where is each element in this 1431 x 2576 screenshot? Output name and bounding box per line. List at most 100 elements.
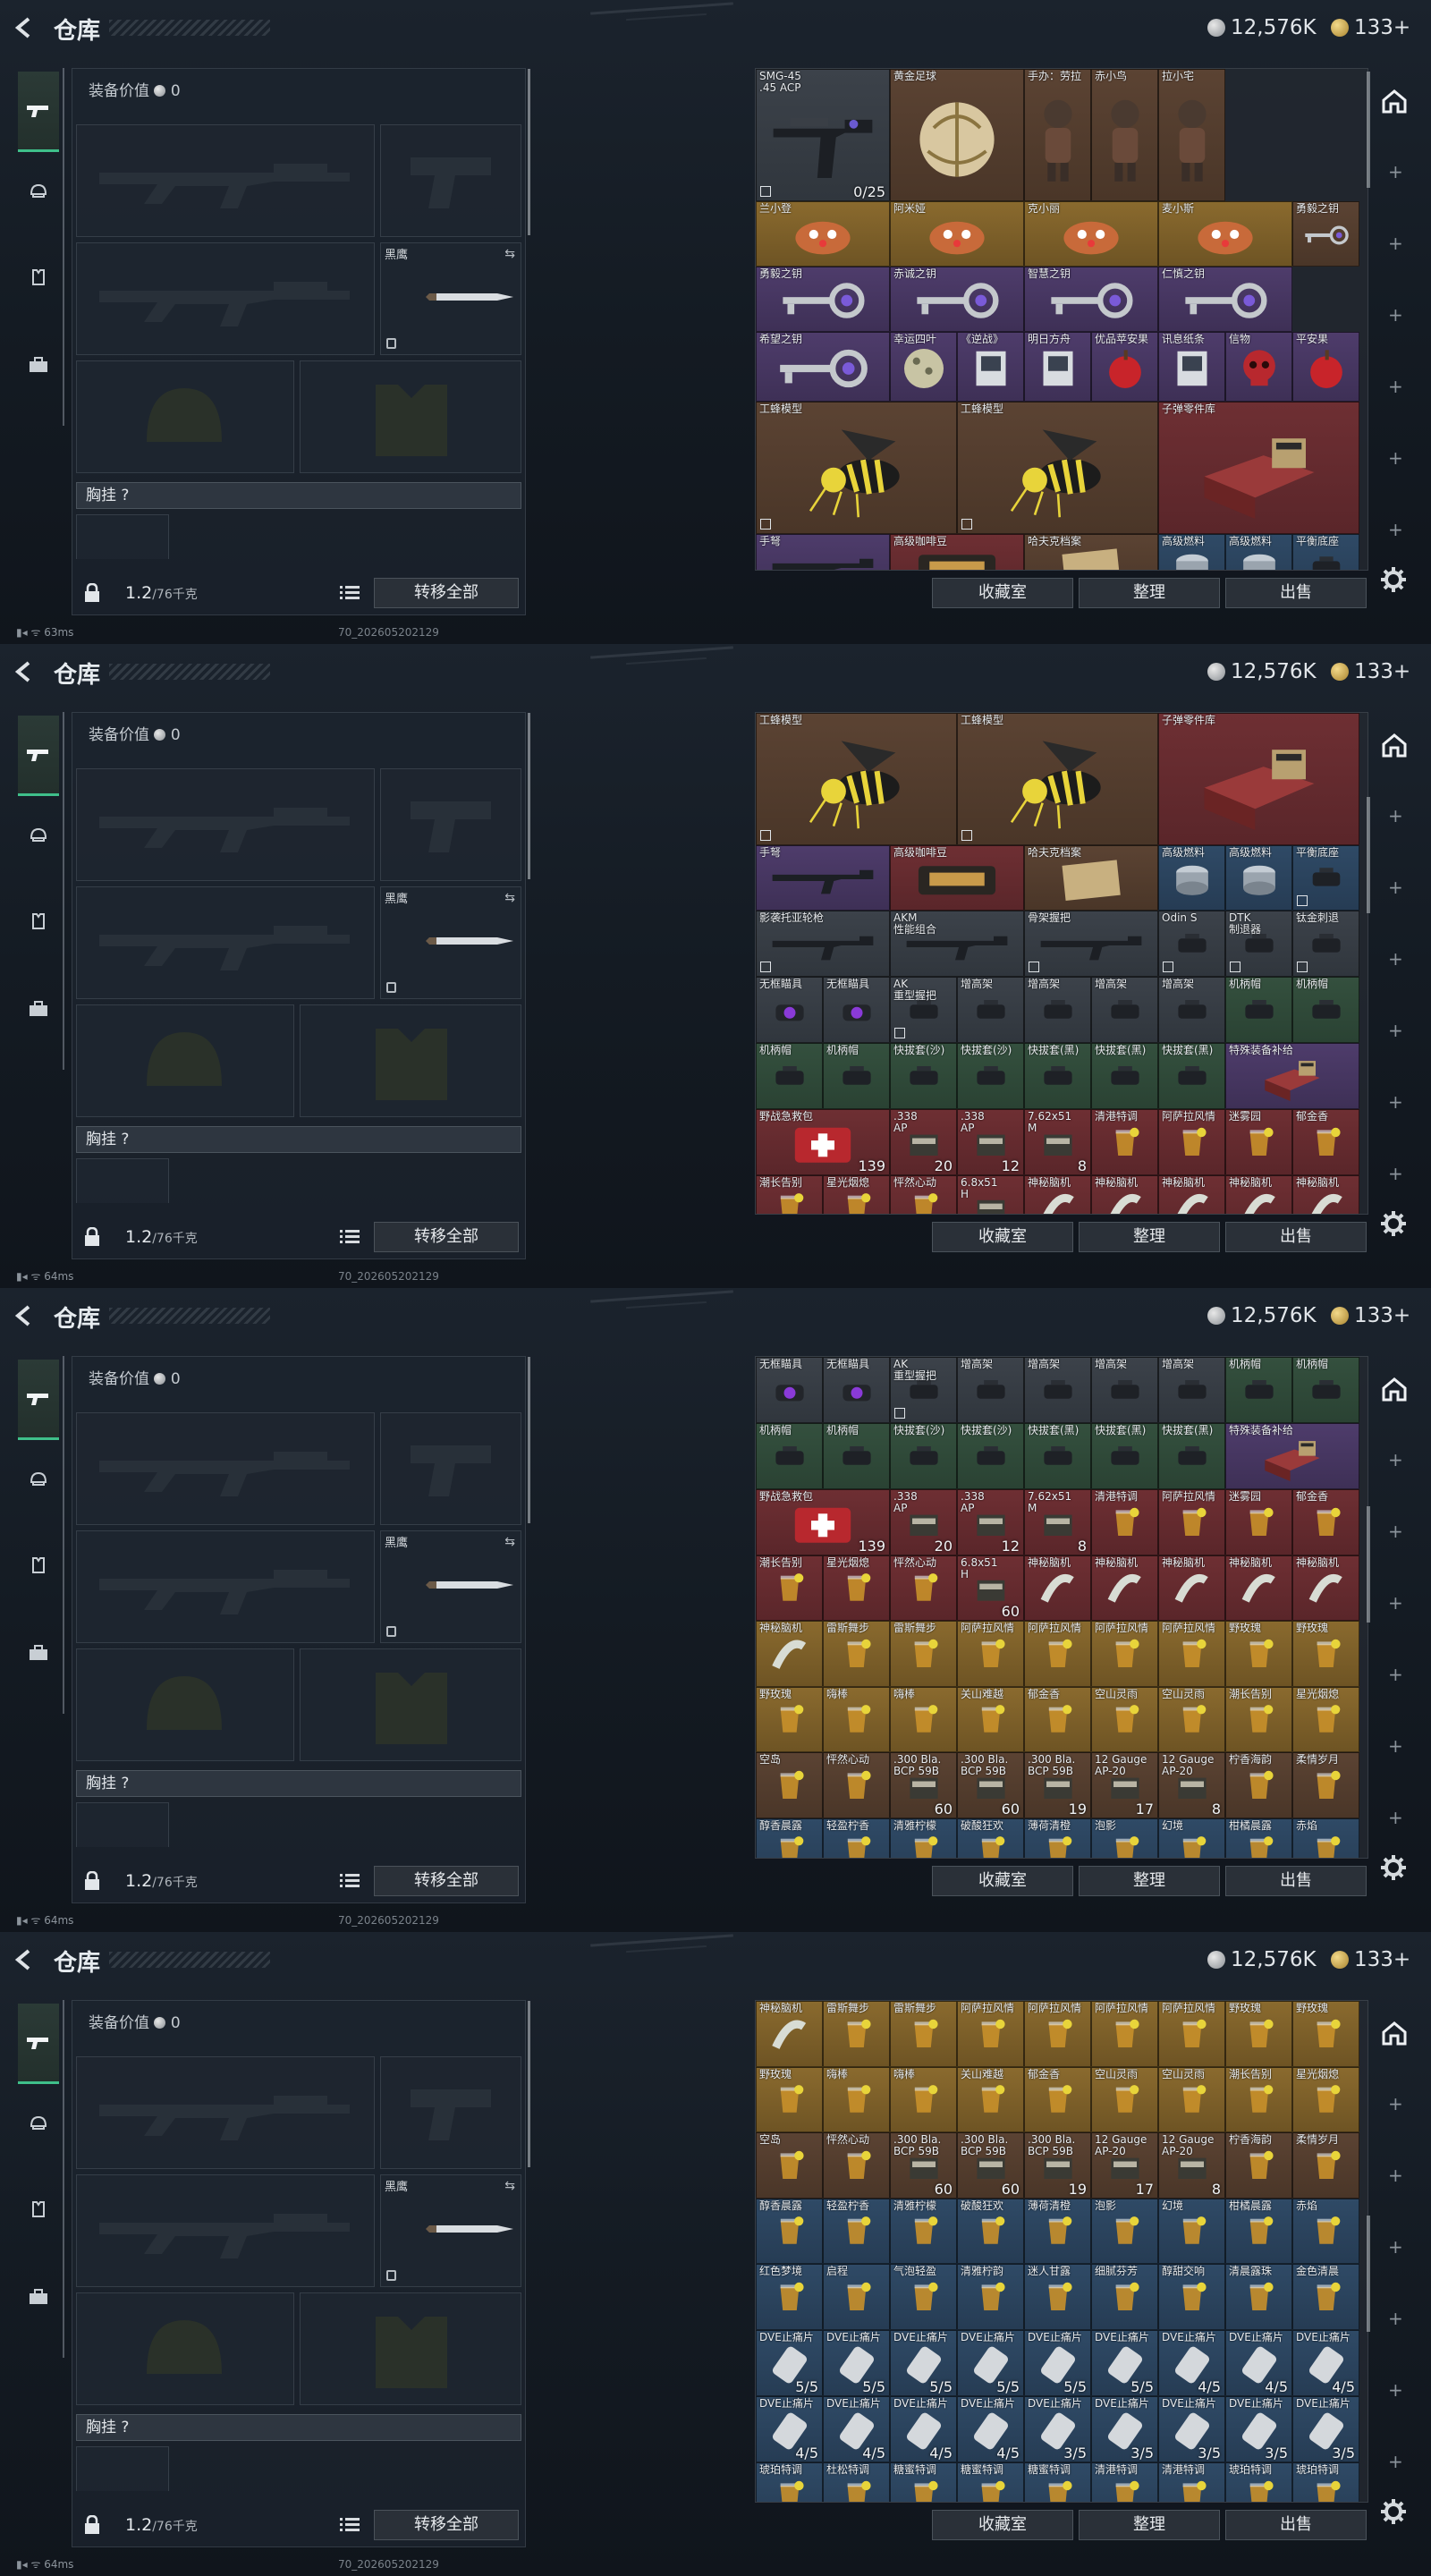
tab-armor[interactable] xyxy=(18,1546,59,1585)
add-stash-tab-icon[interactable]: + xyxy=(1388,519,1403,540)
stash-item[interactable]: 阿萨拉风情 xyxy=(1158,2001,1225,2067)
back-arrow-icon[interactable] xyxy=(13,16,36,39)
stash-item[interactable]: 麦小斯 xyxy=(1158,201,1292,267)
stash-item[interactable]: .300 Bla. BCP 59B 60 xyxy=(890,2132,957,2199)
stash-item[interactable]: 子弹零件库 xyxy=(1158,713,1359,845)
stash-item[interactable]: 杜松特调 xyxy=(823,2462,890,2502)
stash-item[interactable]: .338 AP 20 xyxy=(890,1489,957,1555)
tab-armor[interactable] xyxy=(18,2190,59,2229)
armor-slot[interactable] xyxy=(300,360,521,473)
stash-item[interactable]: 增高架 xyxy=(957,977,1024,1043)
add-stash-tab-icon[interactable]: + xyxy=(1388,805,1403,826)
stash-item[interactable]: 增高架 xyxy=(1158,977,1225,1043)
stash-item[interactable]: 明日方舟 xyxy=(1024,332,1091,402)
add-stash-tab-icon[interactable]: + xyxy=(1388,2165,1403,2186)
padlock-icon[interactable] xyxy=(84,2515,100,2535)
stash-item[interactable]: 清港特调 xyxy=(1091,2462,1158,2502)
add-stash-tab-icon[interactable]: + xyxy=(1388,2379,1403,2401)
gold-currency[interactable]: 133+ xyxy=(1331,660,1410,683)
stash-item[interactable]: 工蜂模型 xyxy=(756,713,957,845)
stash-item[interactable]: 机柄帽 xyxy=(1225,1357,1292,1423)
stash-item[interactable]: 神秘脑机 xyxy=(756,2001,823,2067)
stash-item[interactable]: .300 Bla. BCP 59B 19 xyxy=(1024,1752,1091,1818)
stash-item[interactable]: DVE止痛片 3/5 xyxy=(1225,2396,1292,2462)
stash-item[interactable]: 快拔套(黑) xyxy=(1158,1423,1225,1489)
stash-item[interactable]: 醇香晨露 xyxy=(756,1818,823,1858)
stash-item[interactable]: DVE止痛片 5/5 xyxy=(823,2330,890,2396)
collection-room-button[interactable]: 收藏室 xyxy=(932,1866,1073,1896)
stash-scrollbar[interactable] xyxy=(1367,72,1370,188)
stash-item[interactable]: 醇甜交响 xyxy=(1158,2264,1225,2330)
melee-slot[interactable]: 黑鹰 ⇆ xyxy=(380,886,521,999)
stash-item[interactable]: 野玫瑰 xyxy=(756,1687,823,1752)
equipment-scrollbar[interactable] xyxy=(528,69,530,235)
add-stash-tab-icon[interactable]: + xyxy=(1388,233,1403,254)
collection-room-button[interactable]: 收藏室 xyxy=(932,1222,1073,1252)
stash-item[interactable]: 空山灵雨 xyxy=(1158,1687,1225,1752)
tab-backpack[interactable] xyxy=(18,989,59,1029)
stash-item[interactable]: 薄荷清橙 xyxy=(1024,1818,1091,1858)
stash-item[interactable]: 空山灵雨 xyxy=(1158,2067,1225,2132)
back-arrow-icon[interactable] xyxy=(13,660,36,683)
stash-item[interactable]: DVE止痛片 4/5 xyxy=(823,2396,890,2462)
stash-item[interactable]: 柔情岁月 xyxy=(1292,2132,1359,2199)
add-stash-tab-icon[interactable]: + xyxy=(1388,1807,1403,1828)
primary-weapon-slot[interactable] xyxy=(76,124,375,237)
settings-gear-icon[interactable] xyxy=(1379,1853,1408,1882)
stash-item[interactable]: 仁慎之钥 xyxy=(1158,267,1292,332)
stash-item[interactable]: 郁金香 xyxy=(1024,1687,1091,1752)
stash-item[interactable]: 平衡底座 xyxy=(1292,534,1359,570)
add-stash-tab-icon[interactable]: + xyxy=(1388,376,1403,397)
melee-slot[interactable]: 黑鹰 ⇆ xyxy=(380,1530,521,1643)
stash-item[interactable]: 金色清晨 xyxy=(1292,2264,1359,2330)
stash-item[interactable]: DTK 制退器 xyxy=(1225,911,1292,977)
stash-item[interactable]: 手弩 xyxy=(756,534,890,570)
stash-item[interactable]: 阿萨拉风情 xyxy=(1091,1621,1158,1687)
stash-item[interactable]: 气泡轻盈 xyxy=(890,2264,957,2330)
stash-item[interactable]: 平安果 xyxy=(1292,332,1359,402)
stash-item[interactable]: 机柄帽 xyxy=(1292,1357,1359,1423)
stash-item[interactable]: SMG-45 .45 ACP 0/25 xyxy=(756,69,890,201)
armor-slot[interactable] xyxy=(300,2292,521,2405)
stash-item[interactable]: 快拔套(黑) xyxy=(1091,1423,1158,1489)
helmet-slot[interactable] xyxy=(76,1004,294,1117)
stash-item[interactable]: .300 Bla. BCP 59B 19 xyxy=(1024,2132,1091,2199)
secondary-weapon-slot[interactable] xyxy=(76,2174,375,2287)
stash-item[interactable]: 野玫瑰 xyxy=(756,2067,823,2132)
tab-helmet[interactable] xyxy=(18,172,59,211)
stash-item[interactable]: AKM 性能组合 xyxy=(890,911,1024,977)
chest-rig-slot[interactable]: 胸挂 ? xyxy=(76,1770,521,1797)
tab-backpack[interactable] xyxy=(18,345,59,385)
stash-item[interactable]: 清晨露珠 xyxy=(1225,2264,1292,2330)
add-stash-tab-icon[interactable]: + xyxy=(1388,1664,1403,1685)
stash-item[interactable]: .300 Bla. BCP 59B 60 xyxy=(957,2132,1024,2199)
stash-item[interactable]: 快拔套(黑) xyxy=(1091,1043,1158,1109)
stash-item[interactable]: 工蜂模型 xyxy=(957,713,1158,845)
stash-item[interactable]: 轻盈柠香 xyxy=(823,1818,890,1858)
sort-button[interactable]: 整理 xyxy=(1079,1866,1220,1896)
padlock-icon[interactable] xyxy=(84,1227,100,1247)
add-stash-tab-icon[interactable]: + xyxy=(1388,2451,1403,2472)
primary-weapon-slot[interactable] xyxy=(76,768,375,881)
stash-item[interactable]: 迷人甘露 xyxy=(1024,2264,1091,2330)
stash-item[interactable]: 增高架 xyxy=(1091,1357,1158,1423)
stash-item[interactable]: 雷斯舞步 xyxy=(890,2001,957,2067)
stash-item[interactable]: 清港特调 xyxy=(1158,2462,1225,2502)
stash-item[interactable]: 郁金香 xyxy=(1024,2067,1091,2132)
stash-item[interactable]: 骨架握把 xyxy=(1024,911,1158,977)
stash-item[interactable]: 兰小登 xyxy=(756,201,890,267)
warehouse-home-icon[interactable] xyxy=(1381,88,1408,114)
stash-item[interactable]: 高级燃料 xyxy=(1158,534,1225,570)
stash-item[interactable]: 清港特调 xyxy=(1091,1489,1158,1555)
padlock-icon[interactable] xyxy=(84,1871,100,1891)
tab-armor[interactable] xyxy=(18,902,59,941)
stash-item[interactable]: 神秘脑机 xyxy=(1091,1555,1158,1621)
secondary-weapon-slot[interactable] xyxy=(76,1530,375,1643)
armor-slot[interactable] xyxy=(300,1004,521,1117)
stash-item[interactable]: 增高架 xyxy=(1158,1357,1225,1423)
stash-item[interactable]: AK 重型握把 xyxy=(890,977,957,1043)
tab-weapons[interactable] xyxy=(18,716,59,796)
stash-item[interactable]: 优品苹安果 xyxy=(1091,332,1158,402)
swap-icon[interactable]: ⇆ xyxy=(504,891,515,905)
stash-item[interactable]: 阿萨拉风情 xyxy=(1158,1621,1225,1687)
